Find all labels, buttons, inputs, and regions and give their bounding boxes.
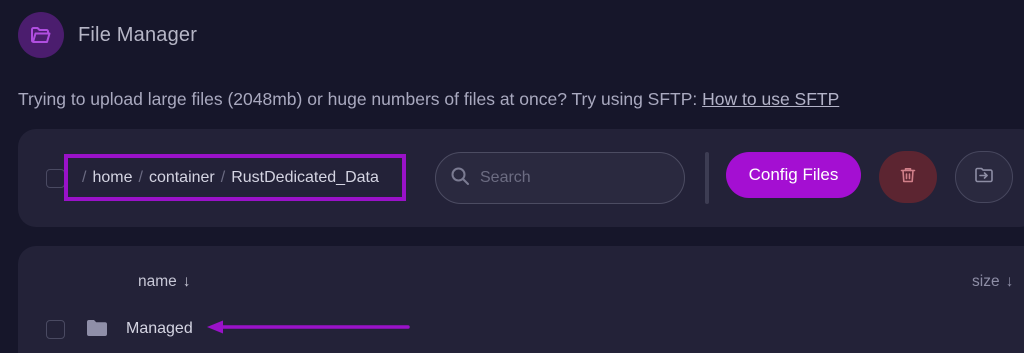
upload-notice-text: Trying to upload large files (2048mb) or… [18, 89, 703, 109]
search-box[interactable] [435, 152, 685, 204]
breadcrumb-home[interactable]: home [92, 169, 132, 187]
file-manager-screen: File Manager Trying to upload large file… [0, 0, 1024, 353]
breadcrumb-separator: / [138, 168, 143, 186]
search-input[interactable] [480, 169, 660, 187]
folder-name[interactable]: Managed [126, 320, 193, 338]
move-button[interactable] [955, 151, 1013, 203]
toolbar: / home / container / RustDedicated_Data … [18, 129, 1024, 227]
delete-button[interactable] [879, 151, 937, 203]
column-header-name[interactable]: name ↓ [138, 273, 191, 291]
config-files-button[interactable]: Config Files [726, 152, 861, 198]
breadcrumb-container[interactable]: container [149, 169, 215, 187]
select-all-checkbox[interactable] [46, 169, 65, 188]
table-row[interactable]: Managed [18, 311, 1024, 351]
page-title: File Manager [78, 23, 198, 46]
toolbar-divider [705, 152, 709, 204]
folder-icon [86, 319, 108, 342]
sort-arrow-icon: ↓ [1005, 273, 1014, 290]
column-header-size[interactable]: size ↓ [972, 273, 1013, 291]
column-size-label: size [972, 273, 1000, 290]
move-file-icon [974, 166, 994, 189]
column-name-label: name [138, 273, 177, 290]
breadcrumb: / home / container / RustDedicated_Data [64, 154, 406, 201]
breadcrumb-separator: / [220, 168, 226, 186]
row-checkbox[interactable] [46, 320, 65, 339]
breadcrumb-separator: / [82, 168, 87, 186]
annotation-arrow [207, 320, 410, 334]
sftp-help-link[interactable]: How to use SFTP [702, 89, 839, 109]
breadcrumb-current[interactable]: RustDedicated_Data [231, 169, 379, 187]
search-icon [450, 166, 470, 191]
trash-icon [899, 166, 917, 189]
upload-notice: Trying to upload large files (2048mb) or… [18, 89, 839, 110]
header: File Manager [18, 12, 197, 58]
folder-open-icon [18, 12, 64, 58]
file-list: name ↓ size ↓ Managed [18, 246, 1024, 353]
sort-arrow-icon: ↓ [182, 273, 191, 290]
